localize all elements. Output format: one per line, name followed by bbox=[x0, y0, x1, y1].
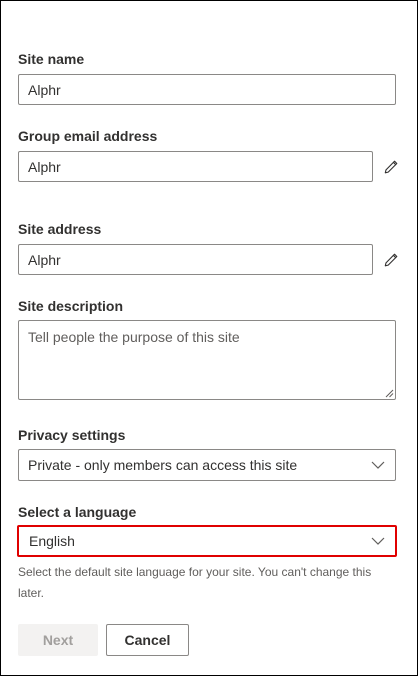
language-dropdown[interactable]: English bbox=[17, 525, 397, 557]
site-description-placeholder: Tell people the purpose of this site bbox=[28, 329, 240, 345]
site-name-input[interactable]: Alphr bbox=[18, 74, 396, 105]
create-site-panel: Site name Alphr Group email address Alph… bbox=[0, 0, 418, 676]
site-name-label: Site name bbox=[18, 51, 85, 67]
pencil-icon[interactable] bbox=[383, 252, 399, 268]
resize-grip-icon[interactable] bbox=[385, 389, 394, 398]
privacy-settings-label: Privacy settings bbox=[18, 427, 126, 443]
site-address-value: Alphr bbox=[28, 251, 61, 268]
group-email-label: Group email address bbox=[18, 128, 158, 144]
language-label: Select a language bbox=[18, 504, 137, 520]
next-button[interactable]: Next bbox=[18, 624, 98, 656]
chevron-down-icon bbox=[371, 537, 385, 545]
group-email-input[interactable]: Alphr bbox=[18, 151, 373, 182]
language-selected-value: English bbox=[29, 533, 75, 549]
site-name-value: Alphr bbox=[28, 81, 61, 98]
site-description-textarea[interactable]: Tell people the purpose of this site bbox=[18, 320, 396, 400]
language-help-text: Select the default site language for you… bbox=[18, 565, 372, 600]
site-address-input[interactable]: Alphr bbox=[18, 244, 373, 275]
chevron-down-icon bbox=[371, 461, 385, 469]
site-address-label: Site address bbox=[18, 221, 102, 237]
cancel-button[interactable]: Cancel bbox=[106, 624, 189, 656]
privacy-dropdown[interactable]: Private - only members can access this s… bbox=[18, 449, 396, 481]
group-email-value: Alphr bbox=[28, 158, 61, 175]
site-description-label: Site description bbox=[18, 298, 124, 314]
pencil-icon[interactable] bbox=[383, 159, 399, 175]
privacy-selected-value: Private - only members can access this s… bbox=[28, 457, 298, 473]
